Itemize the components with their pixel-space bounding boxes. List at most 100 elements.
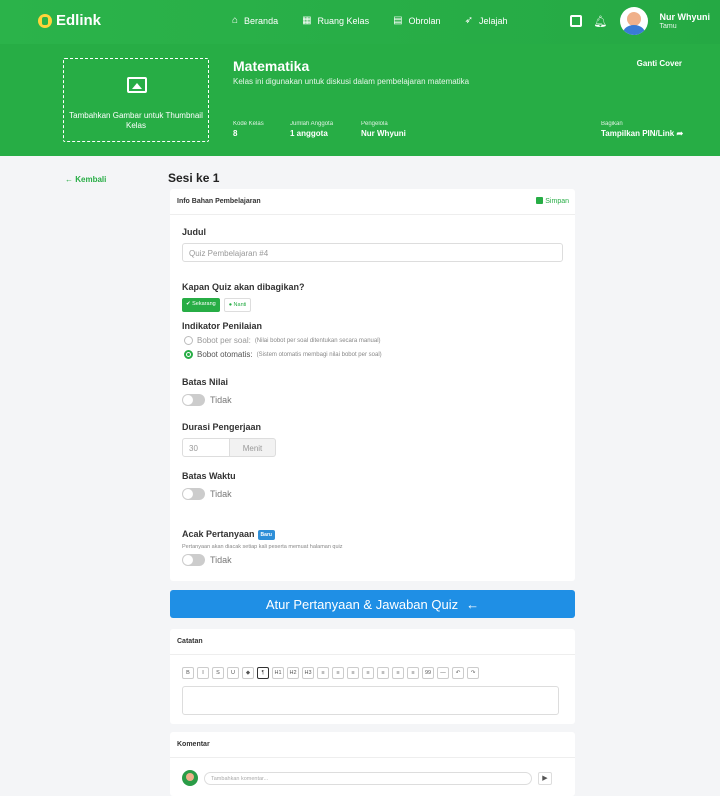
paragraph-button[interactable]: ¶ [257, 667, 269, 679]
meta-kode-kelas: Kode Kelas 8 [233, 121, 264, 138]
image-icon [127, 77, 147, 93]
notes-editor[interactable] [182, 686, 559, 715]
h3-button[interactable]: H3 [302, 667, 314, 679]
share-later-label: Nanti [233, 302, 247, 308]
judul-label: Judul [182, 227, 206, 237]
user-name: Nur Whyuni [659, 12, 711, 22]
batas-waktu-toggle-row[interactable]: Tidak [182, 488, 232, 500]
cta-label: Atur Pertanyaan & Jawaban Quiz [265, 596, 459, 612]
batas-waktu-label: Batas Waktu [182, 471, 236, 481]
horizontal-rule-button[interactable]: — [437, 667, 449, 679]
comments-header: Komentar [170, 732, 575, 758]
comment-composer: Tambahkan komentar... ▶ [182, 770, 552, 786]
judul-input[interactable]: Quiz Pembelajaran #4 [182, 243, 563, 262]
batas-nilai-label: Batas Nilai [182, 377, 229, 387]
share-section[interactable]: Bagikan Tampilkan PIN/Link ➦ [601, 121, 683, 138]
quiz-info-card: Info Bahan Pembelajaran Simpan Judul Qui… [170, 189, 575, 581]
nav-label: Jelajah [478, 15, 508, 26]
share-later-button[interactable]: ● Nanti [223, 298, 252, 312]
acak-note: Pertanyaan akan diacak setiap kali peser… [182, 544, 343, 550]
h1-button[interactable]: H1 [272, 667, 284, 679]
radio-bobot-per-soal[interactable]: Bobot per soal: (Nilai bobot per soal di… [184, 336, 381, 345]
save-button[interactable]: Simpan [536, 197, 569, 205]
bell-icon[interactable]: 🔔︎ [594, 15, 608, 28]
nav-label: Ruang Kelas [317, 15, 370, 26]
change-cover-button[interactable]: Ganti Cover [637, 59, 682, 68]
comment-input[interactable]: Tambahkan komentar... [204, 771, 532, 785]
arrow-left-icon: ← [65, 175, 73, 184]
check-icon: ✔ [186, 301, 191, 307]
bold-button[interactable]: B [182, 667, 194, 679]
back-label: Kembali [75, 175, 107, 184]
manage-questions-button[interactable]: Atur Pertanyaan & Jawaban Quiz ← [170, 590, 575, 618]
nav-item-jelajah[interactable]: ➶ Jelajah [465, 15, 508, 26]
align-left-button[interactable]: ≡ [317, 667, 329, 679]
bullet-list-button[interactable]: ≡ [377, 667, 389, 679]
thumbnail-text: Tambahkan Gambar untuk Thumbnail Kelas [69, 111, 203, 130]
nav-item-ruang-kelas[interactable]: ▦ Ruang Kelas [302, 15, 369, 26]
home-icon: ⌂ [232, 15, 239, 26]
nav-item-beranda[interactable]: ⌂ Beranda [232, 15, 278, 26]
radio-unchecked[interactable] [184, 336, 193, 345]
justify-button[interactable]: ≡ [362, 667, 374, 679]
toggle-label: Tidak [210, 395, 232, 405]
align-center-button[interactable]: ≡ [332, 667, 344, 679]
meta-label: Kode Kelas [233, 121, 264, 127]
radio-label: Bobot otomatis: [197, 350, 253, 359]
batas-nilai-toggle[interactable] [182, 394, 205, 406]
acak-toggle-row[interactable]: Tidak [182, 554, 232, 566]
acak-toggle[interactable] [182, 554, 205, 566]
align-right-button[interactable]: ≡ [347, 667, 359, 679]
radio-checked[interactable] [184, 350, 193, 359]
new-badge: Baru [257, 530, 275, 540]
highlight-button[interactable]: ◆ [242, 667, 254, 679]
batas-nilai-toggle-row[interactable]: Tidak [182, 394, 232, 406]
app-logo[interactable]: Edlink [38, 12, 101, 29]
back-link[interactable]: ← Kembali [65, 175, 106, 184]
acak-label-row: Acak Pertanyaan Baru [182, 529, 275, 540]
thumbnail-upload[interactable]: Tambahkan Gambar untuk Thumbnail Kelas [63, 58, 209, 142]
meta-jumlah-anggota: Jumlah Anggota 1 anggota [290, 121, 333, 138]
durasi-input[interactable]: 30 [182, 438, 230, 457]
user-role: Tamu [659, 23, 677, 30]
session-title: Sesi ke 1 [168, 171, 220, 185]
batas-waktu-toggle[interactable] [182, 488, 205, 500]
class-title: Matematika [233, 58, 310, 74]
share-value: Tampilkan PIN/Link [601, 129, 675, 138]
durasi-unit: Menit [230, 438, 276, 457]
ordered-list-button[interactable]: ≡ [392, 667, 404, 679]
acak-label: Acak Pertanyaan [182, 529, 255, 539]
nav-right: 🔔︎ Nur Whyuni Tamu [569, 7, 711, 35]
task-list-button[interactable]: ≡ [407, 667, 419, 679]
app-name: Edlink [56, 12, 102, 29]
radio-bobot-otomatis[interactable]: Bobot otomatis: (Sistem otomatis membagi… [184, 350, 382, 359]
share-pin-link[interactable]: Tampilkan PIN/Link ➦ [601, 129, 683, 138]
italic-button[interactable]: I [197, 667, 209, 679]
send-icon[interactable]: ▶ [538, 771, 552, 785]
rocket-icon: ➶ [464, 15, 473, 26]
nav-label: Obrolan [408, 15, 441, 26]
undo-button[interactable]: ↶ [452, 667, 464, 679]
share-arrow-icon: ➦ [676, 129, 684, 138]
redo-button[interactable]: ↷ [467, 667, 479, 679]
underline-button[interactable]: U [227, 667, 239, 679]
nav-menu: ⌂ Beranda ▦ Ruang Kelas ▤ Obrolan ➶ Jela… [232, 15, 507, 26]
durasi-label: Durasi Pengerjaan [182, 422, 262, 432]
chat-icon: ▤ [393, 15, 403, 26]
blockquote-button[interactable]: 99 [422, 667, 434, 679]
editor-toolbar: B I S U ◆ ¶ H1 H2 H3 ≡ ≡ ≡ ≡ ≡ ≡ ≡ 99 — … [182, 667, 479, 679]
strike-button[interactable]: S [212, 667, 224, 679]
meta-label: Pengelola [361, 121, 388, 127]
nav-item-obrolan[interactable]: ▤ Obrolan [393, 15, 440, 26]
switch-icon[interactable] [569, 15, 582, 27]
h2-button[interactable]: H2 [287, 667, 299, 679]
share-now-label: Sekarang [192, 301, 216, 307]
top-navbar: Edlink ⌂ Beranda ▦ Ruang Kelas ▤ Obrolan… [0, 0, 720, 44]
avatar[interactable] [619, 7, 648, 35]
nav-label: Beranda [244, 15, 279, 26]
comments-card: Komentar Tambahkan komentar... ▶ [170, 732, 575, 796]
avatar [182, 770, 198, 786]
share-now-button[interactable]: ✔ Sekarang [182, 298, 220, 312]
radio-label: Bobot per soal: [197, 336, 251, 345]
user-info[interactable]: Nur Whyuni Tamu [660, 12, 711, 30]
